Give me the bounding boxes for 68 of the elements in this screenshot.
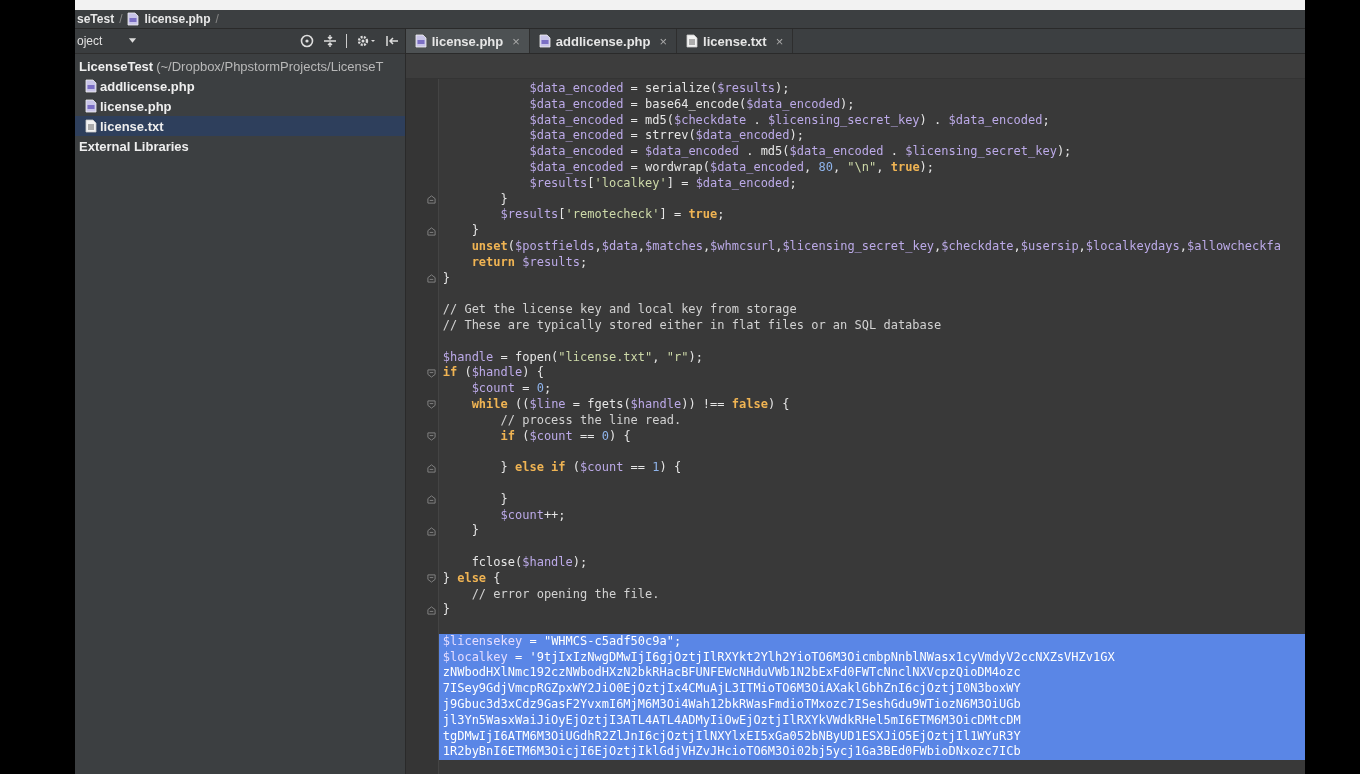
- crosshair-icon[interactable]: [299, 34, 314, 48]
- editor-tab[interactable]: addlicense.php ×: [529, 29, 678, 53]
- code-line: } else {: [441, 570, 502, 587]
- code-line: unset($postfields,$data,$matches,$whmcsurl,$licensing_secret_key,$checkdate,$usersip,$localkeydays,$allowcheckfa: [470, 238, 1282, 255]
- code-line: while (($line = fgets($handle)) !== false) {: [470, 396, 791, 413]
- fold-marker-icon[interactable]: [426, 574, 436, 584]
- code-line: $count = 0;: [470, 381, 553, 397]
- code-line: if ($handle) {: [441, 365, 545, 382]
- fold-end-marker-icon[interactable]: [426, 226, 436, 236]
- fold-marker-icon[interactable]: [426, 400, 436, 410]
- tree-item[interactable]: license.txt: [75, 116, 405, 136]
- code-line: // process the line read.: [499, 412, 683, 429]
- code-line: $data_encoded = base64_encode($data_encoded);: [528, 96, 856, 113]
- editor-tab[interactable]: license.php ×: [405, 29, 530, 53]
- close-tab-button[interactable]: ×: [775, 33, 784, 49]
- tree-item[interactable]: license.php: [75, 96, 405, 116]
- fold-end-marker-icon[interactable]: [426, 526, 436, 536]
- php-file-icon: [414, 34, 427, 48]
- fold-end-marker-icon[interactable]: [426, 495, 436, 505]
- breadcrumb-item[interactable]: seTest: [77, 12, 115, 26]
- code-line: $results['localkey'] = $data_encoded;: [528, 175, 798, 192]
- text-file-icon: [686, 34, 699, 48]
- code-line: $data_encoded = strrev($data_encoded);: [528, 128, 805, 145]
- code-line: }: [441, 270, 451, 287]
- fold-end-marker-icon[interactable]: [426, 273, 436, 283]
- fold-end-marker-icon[interactable]: [426, 194, 436, 204]
- fold-end-marker-icon[interactable]: [426, 463, 436, 473]
- tree-item[interactable]: External Libraries: [75, 136, 405, 156]
- code-line: fclose($handle);: [470, 554, 589, 571]
- code-line: }: [470, 523, 480, 540]
- pin-icon[interactable]: [384, 34, 399, 48]
- text-file-icon: [85, 119, 97, 133]
- fold-marker-icon[interactable]: [426, 431, 436, 441]
- fold-end-marker-icon[interactable]: [426, 605, 436, 615]
- code-line: $data_encoded = wordwrap($data_encoded, 80, "\n", true);: [528, 160, 936, 176]
- code-line: // These are typically stored either in flat files or an SQL database: [441, 317, 943, 334]
- collapse-icon[interactable]: [322, 34, 337, 48]
- breadcrumb-separator: /: [119, 12, 123, 26]
- editor-tab[interactable]: license.txt ×: [677, 29, 794, 53]
- php-file-icon: [538, 34, 551, 48]
- code-line: $data_encoded = md5($checkdate . $licensing_secret_key) . $data_encoded;: [528, 112, 1051, 129]
- code-line: }: [499, 191, 509, 208]
- tree-item[interactable]: addlicense.php: [75, 76, 405, 96]
- tree-item[interactable]: LicenseTest (~/Dropbox/PhpstormProjects/LicenseT: [75, 56, 405, 76]
- code-line: }: [441, 602, 451, 619]
- php-file-icon: [85, 79, 97, 93]
- panel-title-dropdown[interactable]: oject: [77, 34, 144, 48]
- code-line: $data_encoded = $data_encoded . md5($data_encoded . $licensing_secret_key);: [528, 144, 1073, 160]
- code-line: } else if ($count == 1) {: [499, 460, 683, 476]
- settings-icon[interactable]: [355, 34, 376, 48]
- code-line: // Get the license key and local key from storage: [441, 302, 798, 318]
- caret-icon: [128, 38, 138, 44]
- code-line: if ($count == 0) {: [499, 428, 632, 445]
- code-line: $data_encoded = serialize($results);: [528, 81, 791, 97]
- code-line: }: [499, 491, 509, 508]
- code-line: // error opening the file.: [470, 586, 661, 603]
- php-file-icon: [127, 12, 140, 26]
- close-tab-button[interactable]: ×: [659, 33, 668, 49]
- code-line: return $results;: [470, 254, 589, 271]
- breadcrumb-separator: /: [215, 12, 219, 26]
- code-line: $handle = fopen("license.txt", "r");: [441, 349, 704, 366]
- breadcrumb-item[interactable]: license.php: [144, 12, 211, 26]
- close-tab-button[interactable]: ×: [512, 33, 520, 49]
- code-line: $count++;: [499, 507, 567, 524]
- code-line: $results['remotecheck'] = true;: [499, 207, 726, 224]
- php-file-icon: [85, 99, 97, 113]
- fold-marker-icon[interactable]: [426, 368, 436, 378]
- code-line: }: [470, 223, 480, 239]
